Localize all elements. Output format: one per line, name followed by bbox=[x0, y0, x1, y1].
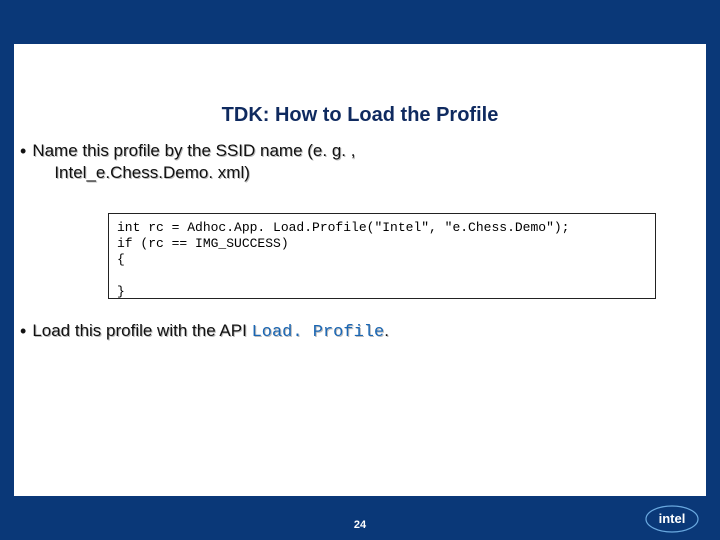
intel-logo-text: intel bbox=[659, 511, 686, 526]
bullet-dot: • bbox=[20, 140, 26, 162]
bullet-item-2: • Load this profile with the API Load. P… bbox=[20, 320, 686, 344]
bullet-text-2: Load this profile with the API Load. Pro… bbox=[32, 320, 389, 344]
bullet-text-line1: Name this profile by the SSID name (e. g… bbox=[32, 140, 355, 162]
bullet-dot: • bbox=[20, 320, 26, 342]
bullet-suffix: . bbox=[384, 321, 389, 340]
bullet-list-1: • Name this profile by the SSID name (e.… bbox=[20, 140, 686, 190]
bullet-list-2: • Load this profile with the API Load. P… bbox=[20, 320, 686, 350]
slide-content-area: TDK: How to Load the Profile • Name this… bbox=[14, 44, 706, 496]
api-name: Load. Profile bbox=[252, 323, 385, 342]
bullet-text-line2: Intel_e.Chess.Demo. xml) bbox=[32, 162, 355, 184]
page-number: 24 bbox=[0, 519, 720, 531]
slide-title: TDK: How to Load the Profile bbox=[14, 104, 706, 127]
bullet-item-1: • Name this profile by the SSID name (e.… bbox=[20, 140, 686, 184]
intel-logo: intel bbox=[644, 504, 700, 534]
bullet-prefix: Load this profile with the API bbox=[32, 321, 251, 340]
code-block: int rc = Adhoc.App. Load.Profile("Intel"… bbox=[108, 213, 656, 299]
